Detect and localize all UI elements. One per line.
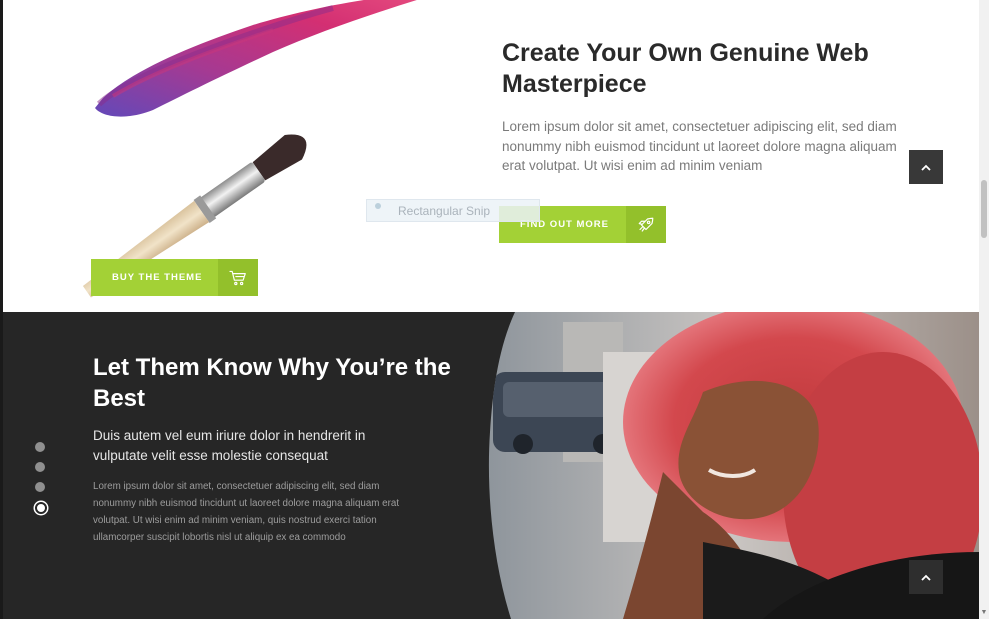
scroll-top-button-2[interactable]	[909, 560, 943, 594]
slider-dot-4-active[interactable]	[35, 502, 47, 514]
snip-label: Rectangular Snip	[398, 203, 491, 218]
slider-dot-3[interactable]	[35, 482, 45, 492]
scrollbar-thumb[interactable]	[981, 180, 987, 238]
slider-dot-1[interactable]	[35, 442, 45, 452]
snip-dot-icon	[375, 202, 381, 209]
chevron-up-icon	[921, 568, 931, 586]
cart-icon	[218, 259, 258, 296]
rocket-icon	[626, 206, 666, 243]
feature-section: Let Them Know Why You’re the Best Duis a…	[3, 312, 979, 619]
scroll-top-button[interactable]	[909, 150, 943, 184]
chevron-up-icon	[921, 158, 931, 176]
hero-body: Lorem ipsum dolor sit amet, consectetuer…	[502, 119, 897, 173]
feature-body: Lorem ipsum dolor sit amet, consectetuer…	[93, 481, 400, 543]
feature-subtitle: Duis autem vel eum iriure dolor in hendr…	[93, 428, 366, 463]
slider-pagination	[34, 442, 47, 524]
slider-dot-2[interactable]	[35, 462, 45, 472]
vertical-scrollbar[interactable]: ▼	[979, 0, 989, 619]
scroll-down-arrow-icon[interactable]: ▼	[980, 609, 988, 617]
rectangular-snip-overlay: Rectangular Snip	[366, 199, 540, 222]
hero-title: Create Your Own Genuine Web Masterpiece	[502, 39, 869, 98]
buy-the-theme-label: BUY THE THEME	[112, 272, 203, 283]
buy-the-theme-button[interactable]: BUY THE THEME	[91, 259, 258, 296]
feature-title: Let Them Know Why You’re the Best	[93, 354, 451, 412]
